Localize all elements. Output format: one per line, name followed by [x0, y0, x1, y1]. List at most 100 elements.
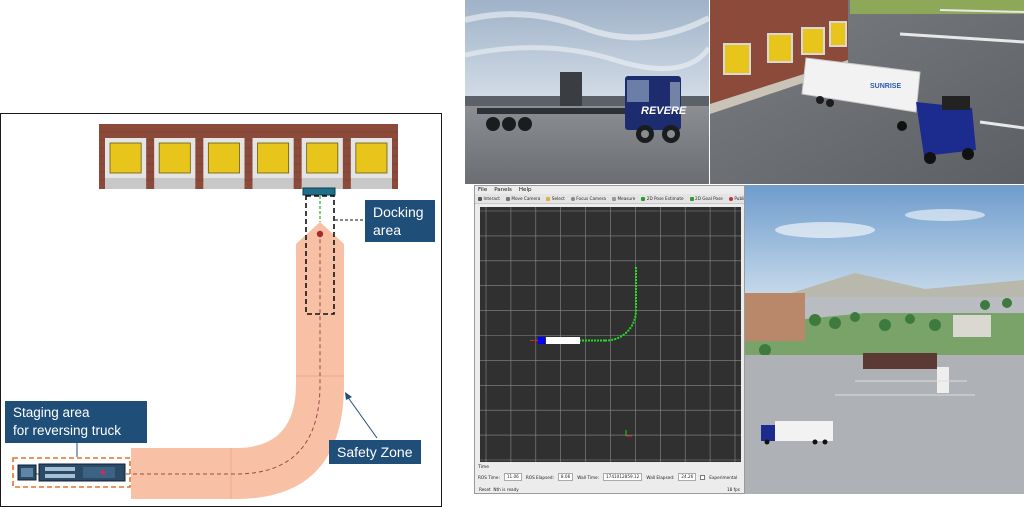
trailer-brand-side: REVERE [641, 105, 687, 117]
path-waypoint [585, 339, 587, 342]
menu-help[interactable]: Help [519, 186, 532, 194]
path-waypoint [633, 318, 636, 321]
planned-path [579, 267, 637, 342]
path-waypoint [608, 339, 611, 342]
rviz-statusbar: Reset Nth is ready 18 fps [475, 486, 744, 494]
tool-interact[interactable]: Interact [478, 194, 500, 203]
photo-real-truck-side: REVERE [465, 0, 709, 184]
path-waypoint [617, 336, 620, 339]
model-tractor [916, 102, 976, 156]
tool-measure[interactable]: Measure [612, 194, 635, 203]
tool-2d-goal-pose[interactable]: 2D Goal Pose [689, 194, 723, 203]
path-waypoint [635, 276, 637, 278]
tool-select[interactable]: Select [546, 194, 565, 203]
sim-warehouse [863, 353, 937, 369]
tool-publish-point[interactable]: Publish Point [728, 194, 744, 203]
dock-door [207, 142, 240, 174]
menu-panels[interactable]: Panels [494, 186, 512, 194]
path-waypoint [600, 339, 602, 342]
sim-tractor [761, 425, 775, 441]
rviz-toolbar: Interact Move Camera Select Focus Camera… [475, 194, 744, 204]
dock-door-base [154, 178, 196, 189]
menu-file[interactable]: File [478, 186, 487, 194]
dock-bumper [302, 187, 336, 196]
path-waypoint [627, 329, 630, 332]
photo-model-truck-top: SUNRISE [710, 0, 1024, 184]
experimental-checkbox[interactable] [700, 474, 706, 480]
select-icon [546, 196, 551, 201]
safety-zone [131, 222, 344, 499]
rviz-tractor [538, 337, 545, 344]
path-waypoint [582, 339, 584, 342]
path-waypoint [635, 291, 637, 293]
dock-door-base [301, 178, 343, 189]
path-waypoint [635, 282, 637, 284]
move-icon [505, 196, 510, 201]
fps-readout: 18 fps [727, 487, 740, 492]
path-waypoint [635, 294, 637, 296]
reversing-truck [17, 463, 126, 482]
reset-button[interactable]: Reset [479, 487, 491, 492]
docking-area-label: Docking area [365, 200, 435, 242]
path-waypoint [635, 309, 637, 312]
path-waypoint [605, 339, 607, 342]
dock-door-base [252, 178, 294, 189]
dock-door [257, 142, 290, 174]
path-waypoint [629, 327, 632, 330]
flatbed-trailer [477, 108, 627, 114]
path-waypoint [620, 335, 622, 338]
path-waypoint [635, 273, 637, 275]
staging-area-label: Staging area for reversing truck [5, 401, 147, 443]
simulation-render [745, 185, 1024, 494]
dock-door [306, 142, 339, 174]
path-waypoint [594, 339, 596, 342]
path-waypoint [635, 297, 637, 299]
path-waypoint [603, 339, 605, 342]
path-waypoint [588, 339, 590, 342]
sim-trailer [775, 421, 833, 441]
path-waypoint [635, 288, 637, 290]
ros-elapsed-field: 8.06 [557, 473, 574, 481]
path-waypoint [634, 315, 637, 318]
path-waypoint [591, 339, 593, 342]
safety-pointer [346, 395, 378, 439]
crosshair-icon [570, 196, 575, 201]
tool-move-camera[interactable]: Move Camera [505, 194, 540, 203]
path-waypoint [635, 267, 637, 269]
time-panel-header: Time [478, 465, 490, 470]
tool-2d-pose-estimate[interactable]: 2D Pose Estimate [641, 194, 684, 203]
path-waypoint [611, 338, 614, 341]
dock-door [158, 142, 191, 174]
dock-door-base [203, 178, 245, 189]
path-waypoint [635, 303, 637, 305]
path-waypoint [635, 279, 637, 281]
ros-time-field: 11.06 [503, 473, 522, 481]
rviz-window: File Panels Help Interact Move Camera Se… [474, 185, 745, 494]
goal-arrow-icon [689, 196, 694, 201]
rviz-menubar: File Panels Help [475, 186, 744, 194]
dock-door [109, 142, 142, 174]
status-message: Nth is ready [493, 487, 519, 492]
path-waypoint [635, 270, 637, 272]
sim-apartment-left [745, 293, 805, 341]
path-waypoint [597, 339, 599, 342]
dock-door-base [105, 178, 147, 189]
wall-time-field: 1741012859.12 [603, 473, 643, 481]
path-waypoint [630, 324, 633, 327]
green-arrow-icon [641, 196, 646, 201]
path-waypoint [625, 331, 628, 334]
rviz-trailer [546, 337, 580, 344]
path-waypoint [635, 300, 637, 302]
sim-apartment-right [953, 315, 991, 337]
path-waypoint [635, 285, 637, 287]
cursor-icon [478, 196, 482, 201]
path-waypoint [635, 306, 637, 308]
path-waypoint [622, 333, 625, 336]
rviz-grid [480, 207, 741, 462]
safety-zone-label: Safety Zone [329, 440, 421, 464]
docking-diagram: Docking area Staging area for reversing … [0, 113, 442, 507]
path-waypoint [614, 338, 617, 341]
tool-focus-camera[interactable]: Focus Camera [570, 194, 606, 203]
map-pin-icon [728, 196, 733, 201]
rviz-3d-view[interactable] [480, 207, 741, 462]
